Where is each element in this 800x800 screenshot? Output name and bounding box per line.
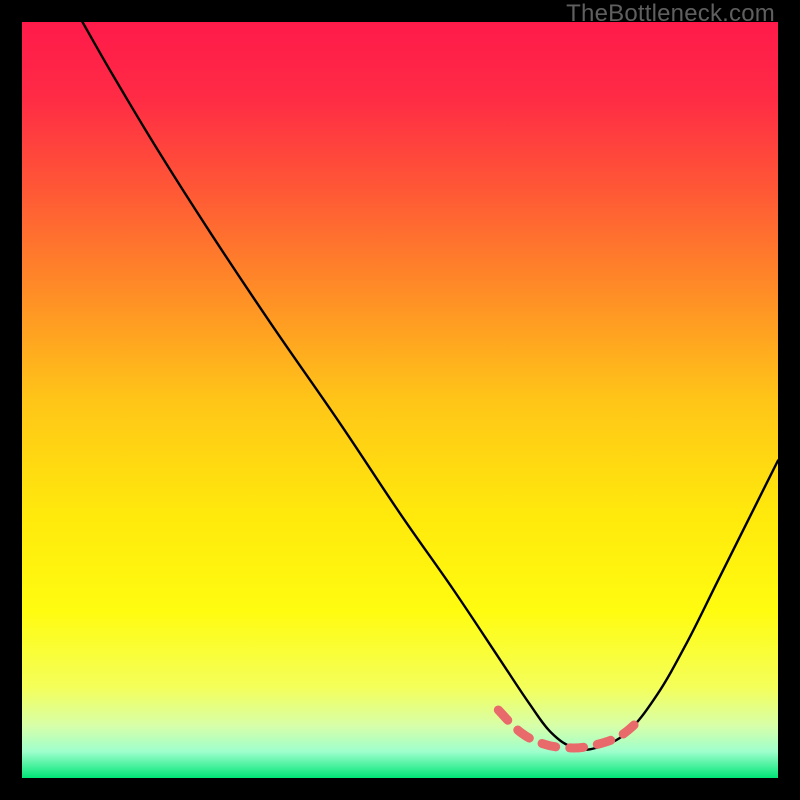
gradient-background	[22, 22, 778, 778]
watermark-text: TheBottleneck.com	[566, 0, 775, 28]
chart-svg	[22, 22, 778, 778]
chart-frame	[22, 22, 778, 778]
